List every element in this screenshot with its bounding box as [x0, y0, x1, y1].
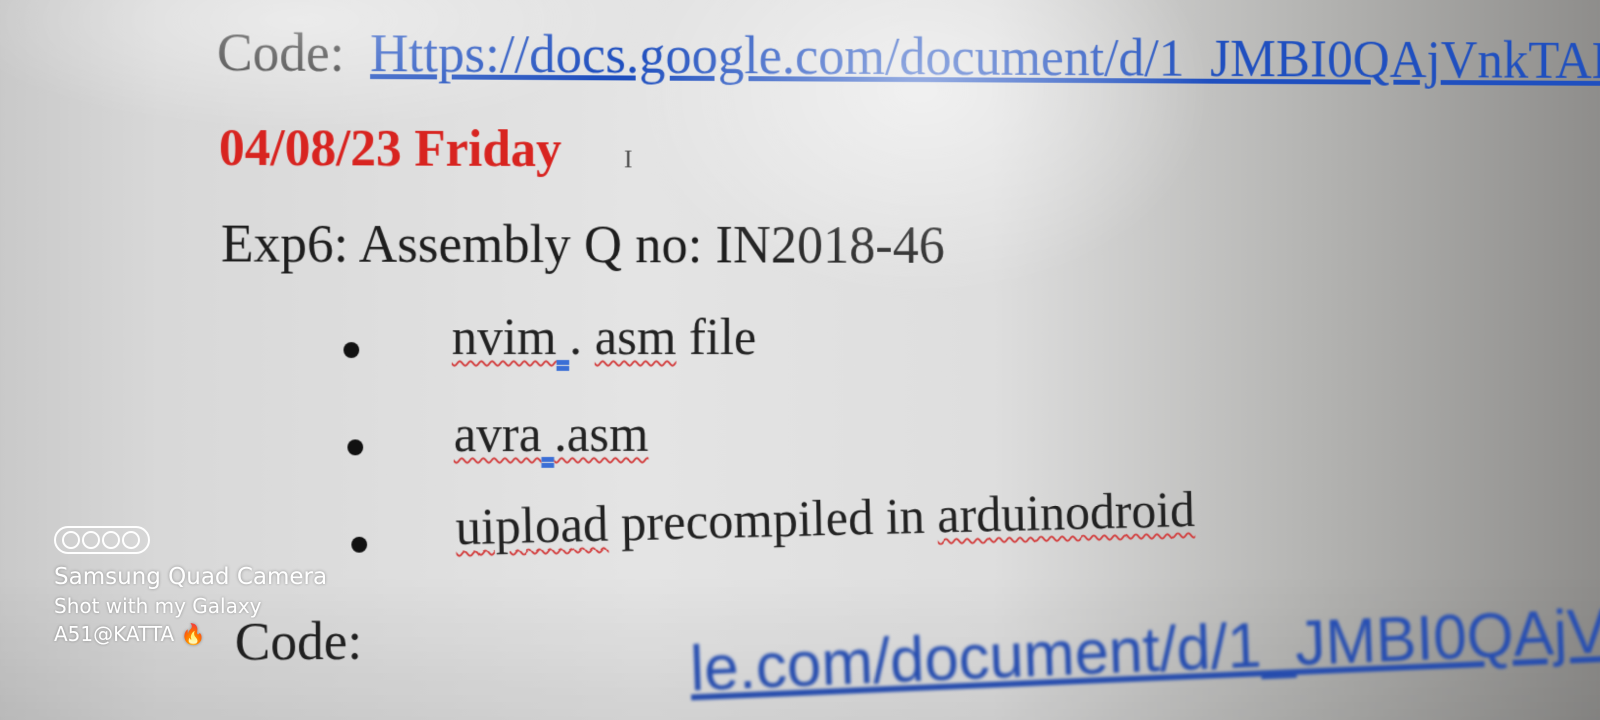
quad-camera-icon	[54, 526, 150, 554]
list-item: nvim . asm file	[451, 309, 757, 366]
list-item: uipload precompiled in arduinodroid	[455, 482, 1196, 557]
misspelled-word: nvim	[451, 309, 557, 366]
misspelled-word: avra	[453, 406, 542, 464]
date-heading: 04/08/23 Friday	[218, 120, 562, 179]
camera-watermark: Samsung Quad Camera Shot with my Galaxy …	[54, 526, 327, 646]
misspelled-word: arduinodroid	[936, 482, 1196, 545]
misspelled-word: .asm	[554, 406, 649, 463]
experiment-heading: Exp6: Assembly Q no: IN2018-46	[220, 213, 945, 275]
watermark-line-1: Samsung Quad Camera	[54, 564, 328, 590]
misspelled-word: uipload	[455, 496, 609, 557]
bullet-dot	[351, 536, 368, 553]
fire-icon: 🔥	[180, 622, 206, 646]
text-cursor-icon: I	[623, 144, 633, 174]
bullet-dot	[347, 439, 364, 456]
code-line-top: Code: Https://docs.google.com/document/d/…	[217, 21, 1600, 90]
watermark-line-3: A51@KATTA 🔥	[54, 622, 206, 646]
list-item: avra .asm	[454, 405, 649, 464]
code-label: Code:	[216, 22, 345, 83]
code-link-top[interactable]: Https://docs.google.com/document/d/1_JMB…	[370, 23, 1600, 89]
misspelled-word: asm	[594, 309, 677, 366]
bullet-dot	[343, 342, 360, 359]
code-link-bottom[interactable]: le.com/document/d/1_JMBI0QAjVnk	[689, 592, 1600, 705]
watermark-line-2: Shot with my Galaxy	[54, 594, 262, 618]
